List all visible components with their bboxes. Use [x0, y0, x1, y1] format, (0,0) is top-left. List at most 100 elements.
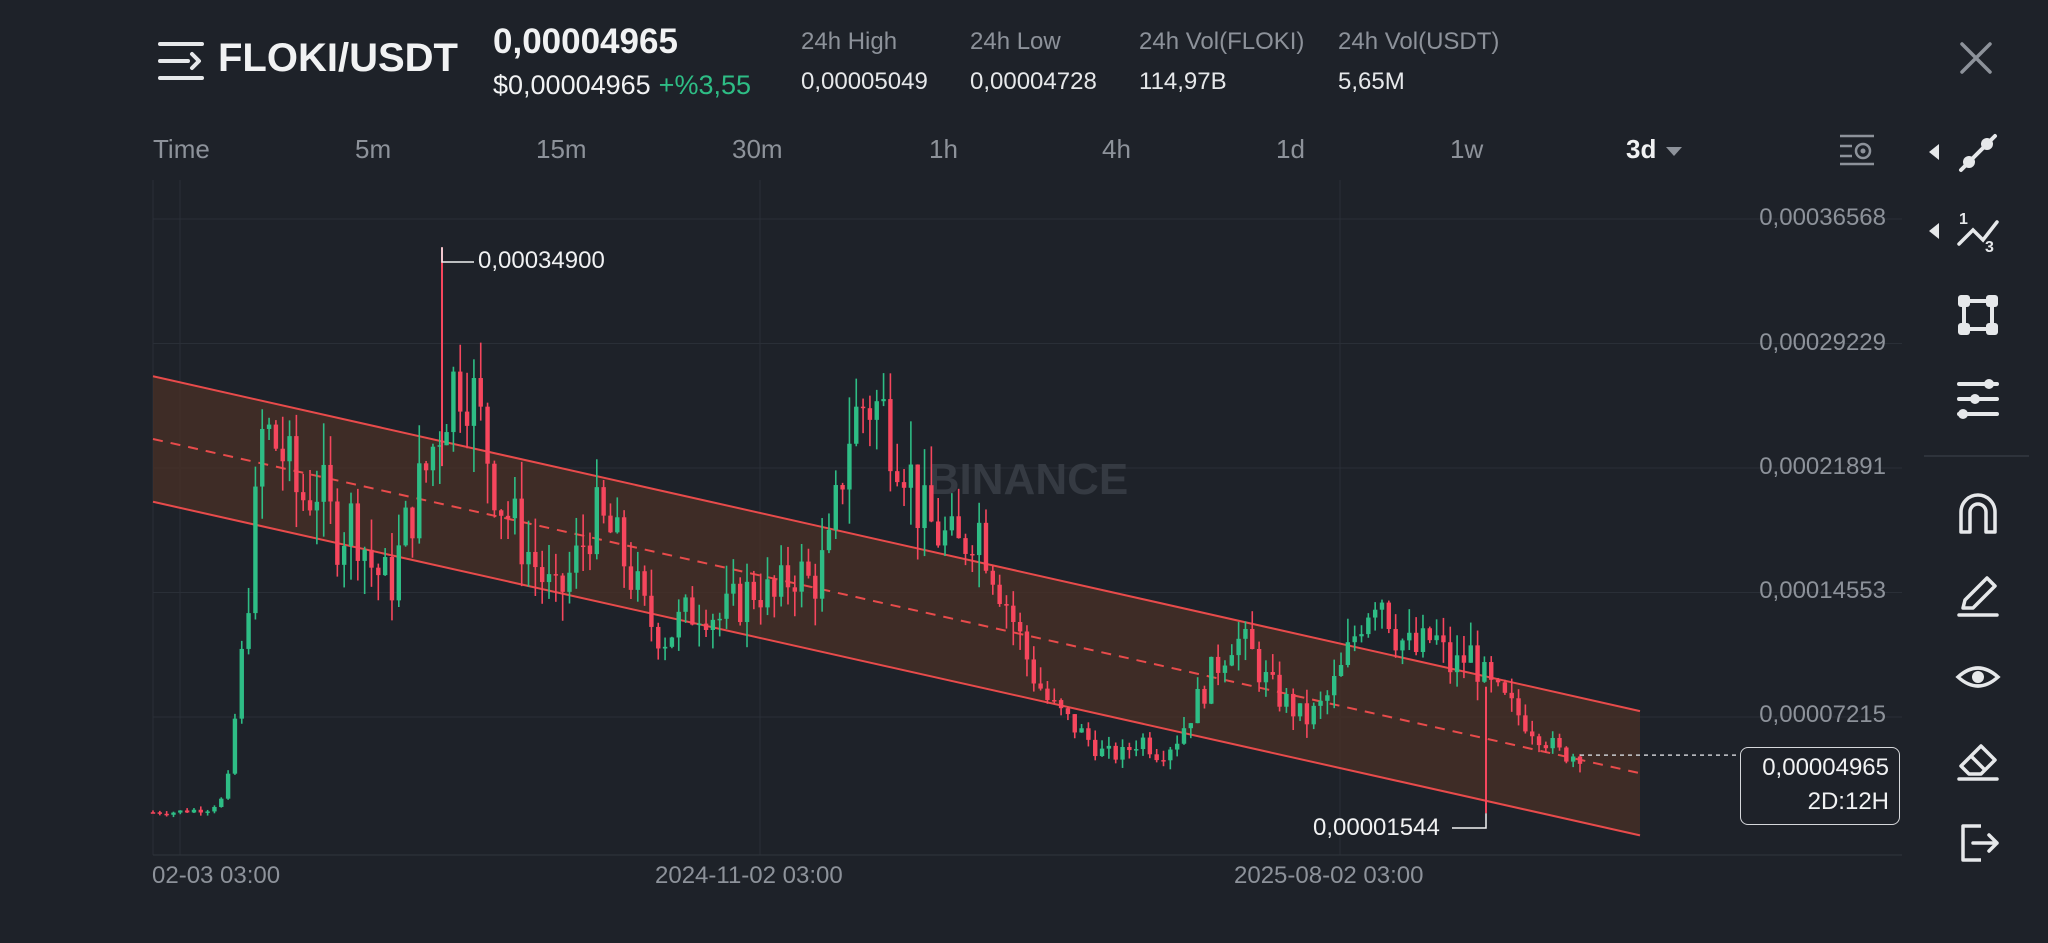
candle-body [1495, 679, 1501, 683]
candle-body [1106, 745, 1112, 749]
pair-title[interactable]: FLOKI/USDT [218, 36, 458, 81]
candle-body [628, 566, 634, 590]
candle-body [970, 553, 975, 556]
candle-body [1564, 747, 1569, 762]
price-change: +%3,55 [658, 70, 751, 100]
candle-body [1065, 708, 1071, 715]
tab-time[interactable]: Time [153, 134, 210, 165]
x-tick-label: 2025-08-02 03:00 [1234, 862, 1424, 889]
candle-body [1297, 703, 1303, 717]
candle-body [376, 567, 381, 576]
fib-icon[interactable]: 1 3 [1955, 208, 2001, 254]
expand-arrow-icon[interactable] [1929, 144, 1939, 160]
candle-body [1011, 605, 1016, 622]
candle-body [908, 464, 914, 488]
candle-body [1181, 728, 1187, 744]
eye-icon[interactable] [1955, 654, 2001, 700]
candle-body [1127, 747, 1132, 751]
candle-body [294, 436, 299, 493]
candle-body [1024, 631, 1030, 660]
candle-body [1577, 756, 1583, 764]
candle-body [1530, 731, 1535, 737]
candle-body [1448, 642, 1453, 673]
trend-line-icon[interactable] [1955, 130, 2001, 176]
candle-body [785, 565, 791, 588]
candle-body [826, 529, 832, 551]
candle-body [983, 522, 989, 571]
candle-body [485, 406, 490, 464]
candle-body [649, 595, 654, 627]
candle-body [867, 408, 873, 420]
tab-15m[interactable]: 15m [536, 134, 587, 165]
candle-body [594, 487, 600, 555]
tab-1d[interactable]: 1d [1276, 134, 1305, 165]
candle-body [171, 812, 176, 815]
header: FLOKI/USDT 0,00004965 $0,00004965 +%3,55 … [0, 0, 1992, 120]
candle-body [792, 587, 798, 592]
candle-body [1093, 739, 1098, 757]
tab-30m[interactable]: 30m [732, 134, 783, 165]
candle-body [929, 485, 934, 522]
stat-label: 24h Low [970, 28, 1061, 55]
stat-24h-vol-floki: 24h Vol(FLOKI) 114,97B [1139, 28, 1304, 96]
candle-body [157, 812, 163, 814]
candle-body [239, 648, 244, 719]
chart-settings-icon[interactable] [1838, 133, 1876, 167]
candle-body [656, 626, 661, 649]
tab-3d[interactable]: 3d [1626, 134, 1683, 165]
stat-24h-vol-usdt: 24h Vol(USDT) 5,65M [1338, 28, 1499, 96]
candle-body [417, 463, 422, 539]
candle-body [560, 575, 565, 592]
candle-body [389, 556, 395, 601]
close-icon[interactable] [1958, 40, 1994, 76]
stat-value: 0,00004728 [970, 68, 1097, 95]
candle-body [1291, 693, 1296, 717]
candle-body [1345, 642, 1351, 665]
exit-icon[interactable] [1955, 820, 2001, 866]
indicator-icon[interactable] [1955, 376, 2001, 422]
candle-body [526, 551, 531, 565]
candle-body [314, 501, 320, 511]
tab-4h[interactable]: 4h [1102, 134, 1131, 165]
tab-5m[interactable]: 5m [355, 134, 391, 165]
candle-body [492, 463, 497, 511]
magnet-icon[interactable] [1955, 490, 2001, 536]
candle-body [519, 498, 524, 565]
candle-body [1188, 723, 1194, 729]
candle-body [976, 522, 982, 556]
candle-body [423, 463, 429, 471]
candle-body [1441, 635, 1446, 643]
candle-body [1379, 602, 1385, 610]
candle-body [1502, 682, 1508, 693]
candle-body [662, 646, 668, 649]
current-price: 0,00004965 [1762, 754, 1889, 781]
price-chart[interactable]: BINANCE [0, 180, 1905, 890]
candle-body [1550, 737, 1555, 749]
menu-icon[interactable] [158, 40, 204, 82]
candle-body [1386, 602, 1392, 630]
candle-body [1325, 695, 1330, 701]
candle-body [410, 507, 415, 539]
candle-body [1168, 749, 1173, 761]
tab-3d-label: 3d [1626, 134, 1657, 164]
candle-body [1366, 617, 1371, 635]
shape-icon[interactable] [1955, 292, 2001, 338]
candle-body [1420, 628, 1426, 653]
candle-body [1154, 754, 1159, 761]
candle-body [505, 515, 511, 519]
chart-area[interactable]: BINANCE 0,00036568 0,00029229 0,00021891… [0, 180, 1905, 890]
tab-1w[interactable]: 1w [1450, 134, 1483, 165]
x-tick-label: 2024-11-02 03:00 [655, 862, 843, 889]
candle-body [512, 498, 518, 519]
pencil-icon[interactable] [1955, 572, 2001, 618]
eraser-icon[interactable] [1955, 736, 2001, 782]
tab-1h[interactable]: 1h [929, 134, 958, 165]
svg-text:1: 1 [1959, 211, 1968, 228]
candle-body [1209, 656, 1214, 704]
candle-body [1031, 659, 1036, 684]
candle-body [860, 406, 866, 409]
timeframe-bar: Time 5m 15m 30m 1h 4h 1d 1w 3d [0, 120, 1900, 180]
y-tick-label: 0,00036568 [1759, 204, 1886, 231]
expand-arrow-icon[interactable] [1929, 223, 1939, 239]
chevron-down-icon [1666, 146, 1683, 156]
